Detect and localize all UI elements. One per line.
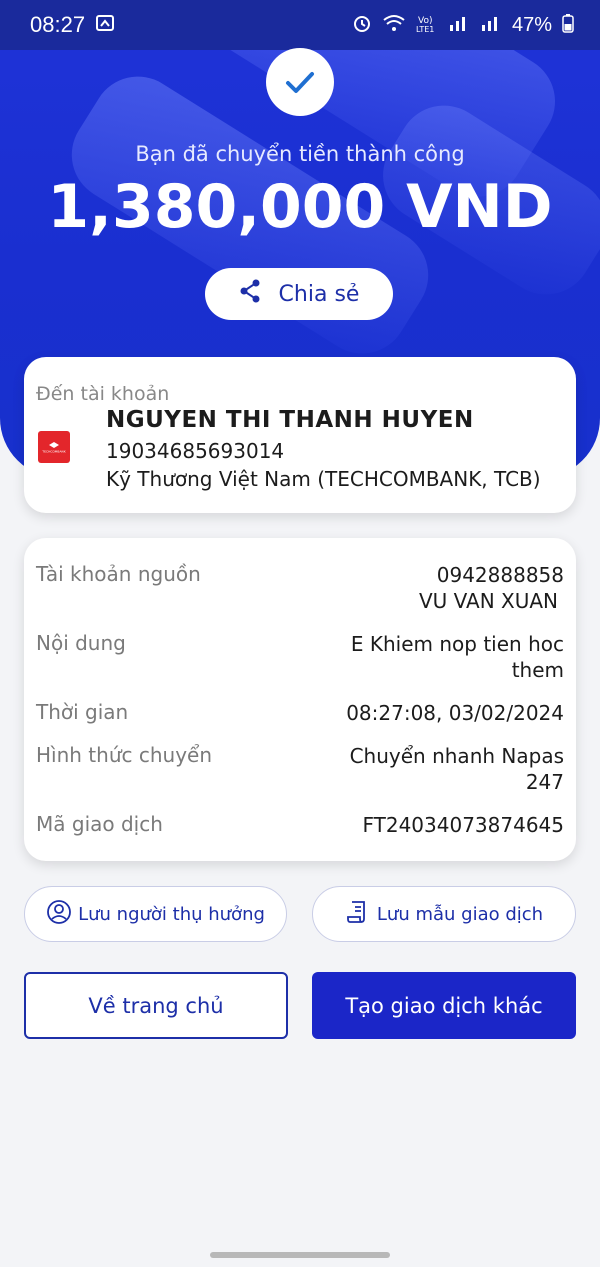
detail-label: Mã giao dịch bbox=[36, 812, 163, 836]
recipient-card: Đến tài khoản TECHCOMBANK NGUYEN THI THA… bbox=[24, 357, 576, 513]
detail-row-source: Tài khoản nguồn 0942888858 VU VAN XUAN bbox=[36, 562, 564, 614]
user-circle-icon bbox=[46, 899, 72, 930]
save-payee-button[interactable]: Lưu người thụ hưởng bbox=[24, 886, 287, 942]
new-transaction-button[interactable]: Tạo giao dịch khác bbox=[312, 972, 576, 1039]
status-time: 08:27 bbox=[30, 12, 86, 37]
wifi-icon bbox=[382, 13, 406, 38]
transaction-details-card: Tài khoản nguồn 0942888858 VU VAN XUAN N… bbox=[24, 538, 576, 861]
battery-icon bbox=[562, 13, 574, 38]
content-value: them bbox=[511, 658, 564, 682]
detail-row-time: Thời gian 08:27:08, 03/02/2024 bbox=[36, 700, 564, 726]
home-button[interactable]: Về trang chủ bbox=[24, 972, 288, 1039]
status-bar: 08:27 Vo) LTE1 47% bbox=[0, 0, 600, 50]
time-value: 08:27:08, 03/02/2024 bbox=[346, 701, 564, 725]
techcombank-logo: TECHCOMBANK bbox=[38, 431, 70, 463]
transfer-amount: 1,380,000 VND bbox=[47, 172, 553, 242]
signal-icon bbox=[480, 13, 502, 38]
share-button[interactable]: Chia sẻ bbox=[205, 268, 393, 320]
method-value: 247 bbox=[525, 770, 564, 794]
method-value: Chuyển nhanh Napas bbox=[349, 744, 564, 768]
recipient-name: NGUYEN THI THANH HUYEN bbox=[106, 407, 474, 433]
volte-icon: Vo) LTE1 bbox=[416, 14, 438, 37]
recipient-bank: Kỹ Thương Việt Nam (TECHCOMBANK, TCB) bbox=[106, 467, 541, 491]
svg-text:TECHCOMBANK: TECHCOMBANK bbox=[41, 450, 66, 454]
recipient-account-number: 19034685693014 bbox=[106, 439, 285, 463]
recipient-label: Đến tài khoản bbox=[36, 383, 170, 405]
detail-label: Hình thức chuyển bbox=[36, 743, 213, 767]
share-icon bbox=[239, 279, 261, 309]
detail-label: Thời gian bbox=[36, 700, 129, 724]
detail-label: Tài khoản nguồn bbox=[36, 562, 201, 586]
success-check-icon bbox=[266, 48, 334, 116]
home-indicator[interactable] bbox=[210, 1252, 390, 1258]
content-value: E Khiem nop tien hoc bbox=[350, 632, 564, 656]
source-name: VU VAN XUAN bbox=[418, 589, 558, 613]
alarm-icon bbox=[352, 13, 372, 38]
save-template-button[interactable]: Lưu mẫu giao dịch bbox=[312, 886, 576, 942]
save-payee-label: Lưu người thụ hưởng bbox=[78, 903, 265, 925]
detail-row-method: Hình thức chuyển Chuyển nhanh Napas 247 bbox=[36, 743, 564, 795]
svg-text:LTE1: LTE1 bbox=[416, 25, 434, 34]
transaction-id: FT24034073874645 bbox=[362, 813, 564, 837]
detail-row-transaction-id: Mã giao dịch FT24034073874645 bbox=[36, 812, 564, 838]
save-template-label: Lưu mẫu giao dịch bbox=[376, 903, 544, 925]
success-message: Bạn đã chuyển tiền thành công bbox=[135, 142, 465, 166]
signal-icon bbox=[448, 13, 470, 38]
screenshot-icon bbox=[95, 13, 115, 38]
battery-percentage: 47% bbox=[511, 13, 552, 36]
detail-label: Nội dung bbox=[36, 631, 126, 655]
detail-row-content: Nội dung E Khiem nop tien hoc them bbox=[36, 631, 564, 683]
receipt-icon bbox=[345, 899, 371, 930]
share-label: Chia sẻ bbox=[278, 281, 360, 307]
source-account: 0942888858 bbox=[436, 563, 564, 587]
